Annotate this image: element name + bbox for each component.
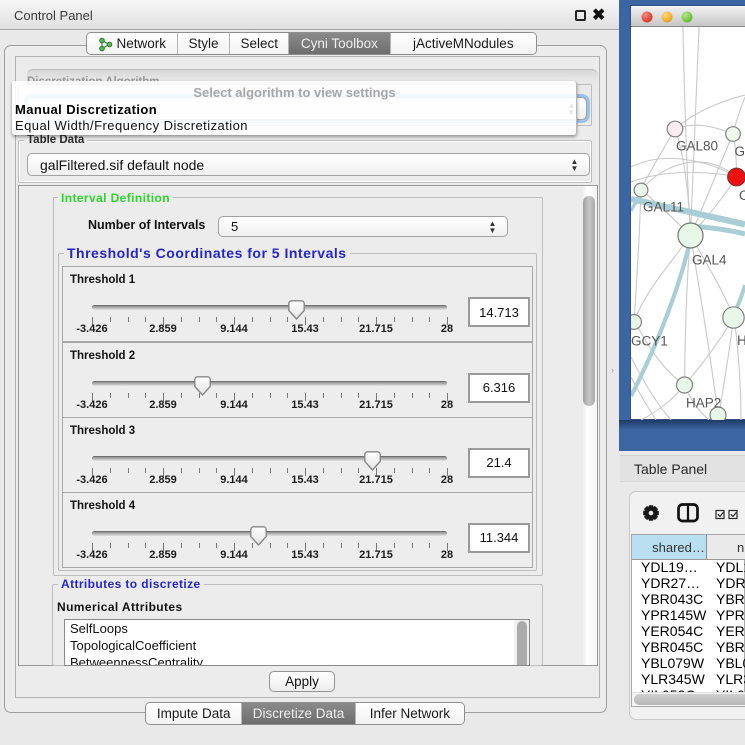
svg-text:HI: HI <box>737 333 745 348</box>
svg-text:GCY1: GCY1 <box>631 334 668 349</box>
svg-text:GAL80: GAL80 <box>676 139 718 154</box>
svg-text:HAP2: HAP2 <box>686 396 721 411</box>
svg-text:CY: CY <box>739 188 745 203</box>
svg-text:GAL1: GAL1 <box>735 144 745 159</box>
svg-text:GAL11: GAL11 <box>643 200 684 215</box>
svg-text:GAL4: GAL4 <box>692 253 727 268</box>
